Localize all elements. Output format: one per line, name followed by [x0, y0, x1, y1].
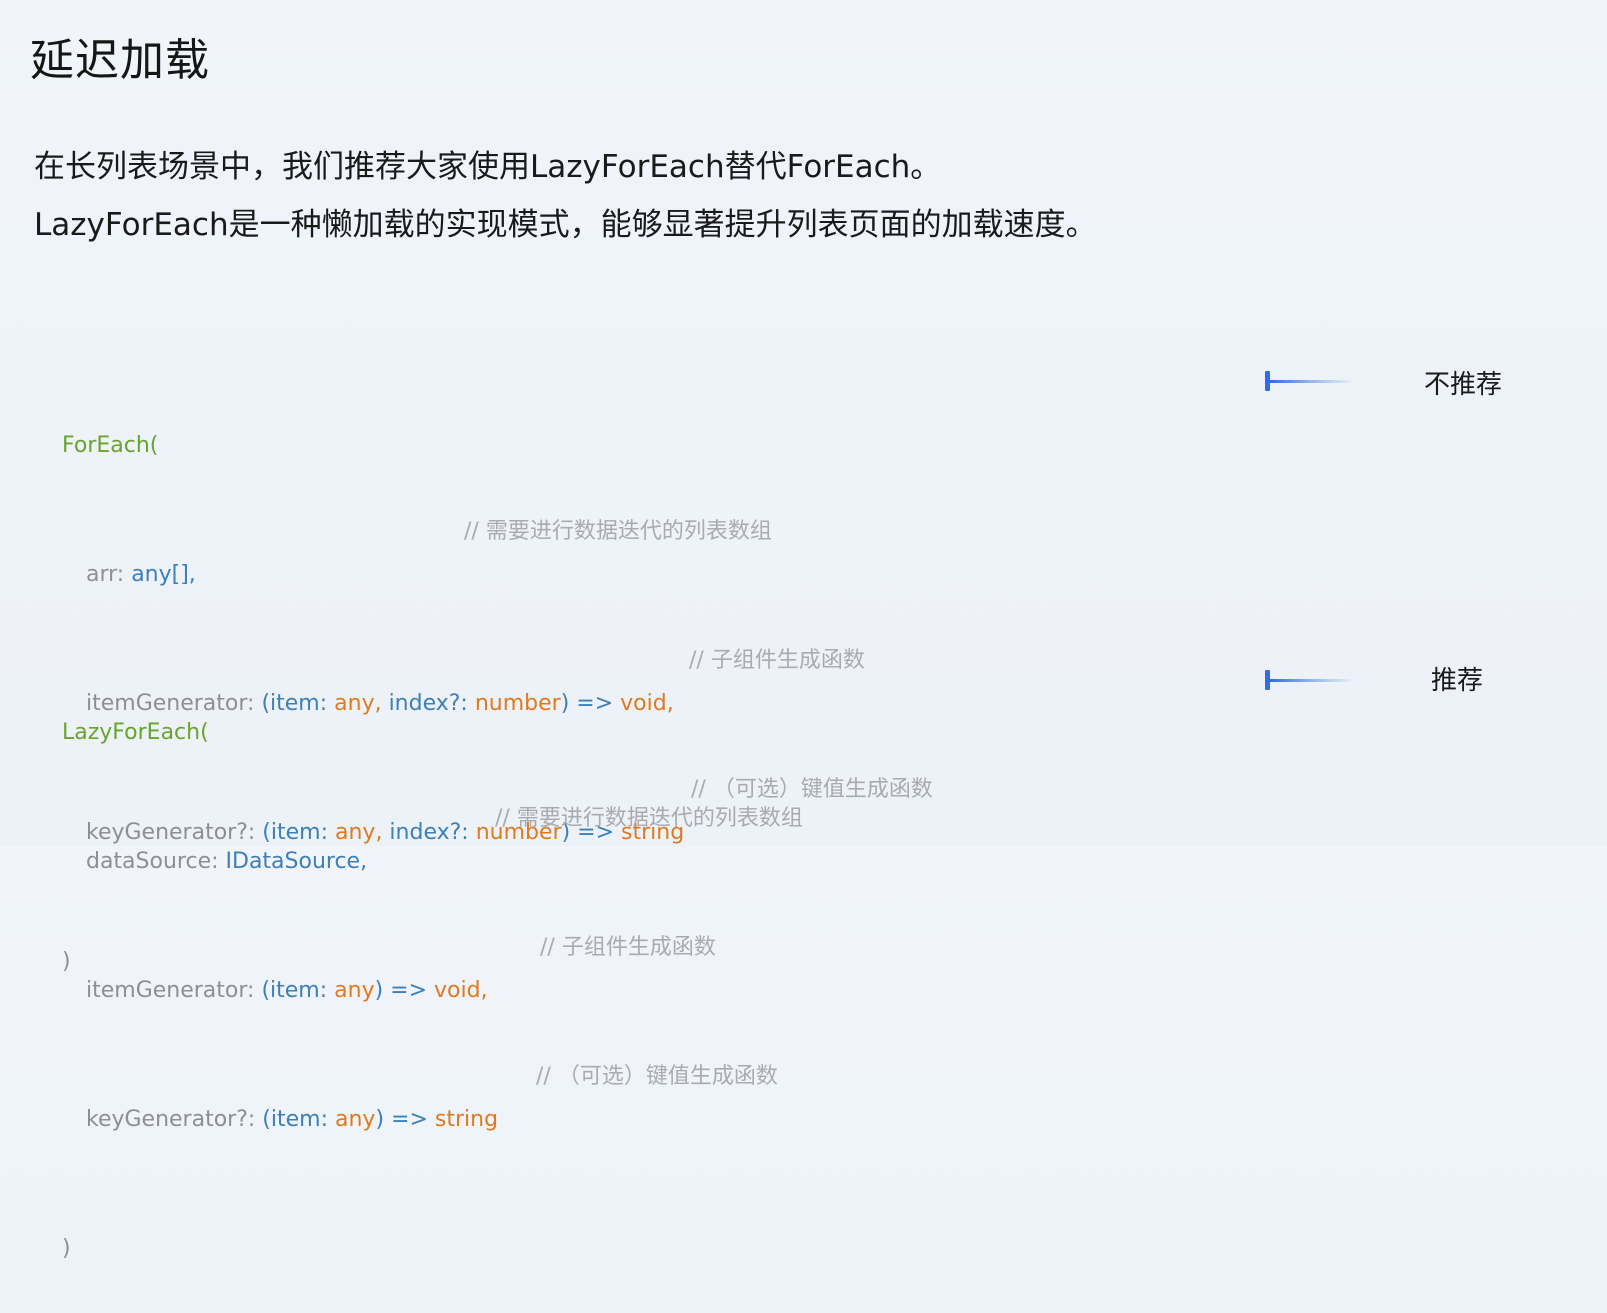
lazyforeach-code-block: LazyForEach( dataSource: IDataSource, //… — [34, 582, 803, 1270]
type-any: any — [334, 978, 375, 1003]
code-comment: // 子组件生成函数 — [540, 935, 716, 960]
type-idatasource: IDataSource, — [225, 849, 368, 874]
arrow-operator: ) => — [374, 978, 435, 1003]
close-paren: ) — [61, 1236, 71, 1261]
code-line: ) — [34, 1184, 498, 1261]
code-line: dataSource: IDataSource, // 需要进行数据迭代的列表数… — [34, 797, 803, 874]
not-recommended-arrow-icon — [1265, 371, 1355, 391]
code-line: keyGenerator?: (item: any) => string // … — [34, 1055, 778, 1132]
code-line: ForEach( — [34, 381, 684, 458]
param-item: (item: — [262, 1107, 335, 1132]
code-comment: // 需要进行数据迭代的列表数组 — [495, 806, 803, 831]
code-line: arr: any[], // 需要进行数据迭代的列表数组 — [34, 510, 772, 587]
param-key-generator: keyGenerator?: — [85, 1107, 263, 1132]
type-string: string — [434, 1107, 499, 1132]
arrow-operator: ) => — [560, 691, 621, 716]
arrow-operator: ) => — [375, 1107, 435, 1132]
not-recommended-label: 不推荐 — [1424, 370, 1503, 400]
code-comment: // （可选）键值生成函数 — [536, 1064, 778, 1089]
lazyforeach-keyword: LazyForEach( — [61, 720, 209, 745]
type-void: void, — [620, 691, 674, 716]
type-void: void, — [434, 978, 488, 1003]
intro-text: 在长列表场景中，我们推荐大家使用LazyForEach替代ForEach。 La… — [34, 138, 1097, 254]
code-comment: // 子组件生成函数 — [689, 648, 865, 673]
page-title: 延迟加载 — [30, 35, 210, 86]
intro-line-2: LazyForEach是一种懒加载的实现模式，能够显著提升列表页面的加载速度。 — [34, 207, 1097, 243]
param-data-source: dataSource: — [85, 849, 226, 874]
intro-line-1: 在长列表场景中，我们推荐大家使用LazyForEach替代ForEach。 — [34, 149, 942, 185]
code-line: LazyForEach( — [34, 668, 498, 745]
recommended-label: 推荐 — [1431, 666, 1484, 696]
type-any: any — [335, 1107, 376, 1132]
code-line: itemGenerator: (item: any) => void, // 子… — [34, 926, 716, 1003]
param-item-generator: itemGenerator: — [85, 978, 262, 1003]
foreach-keyword: ForEach( — [61, 433, 159, 458]
param-item: (item: — [261, 978, 335, 1003]
recommended-arrow-icon — [1265, 670, 1355, 690]
code-comment: // 需要进行数据迭代的列表数组 — [464, 519, 772, 544]
